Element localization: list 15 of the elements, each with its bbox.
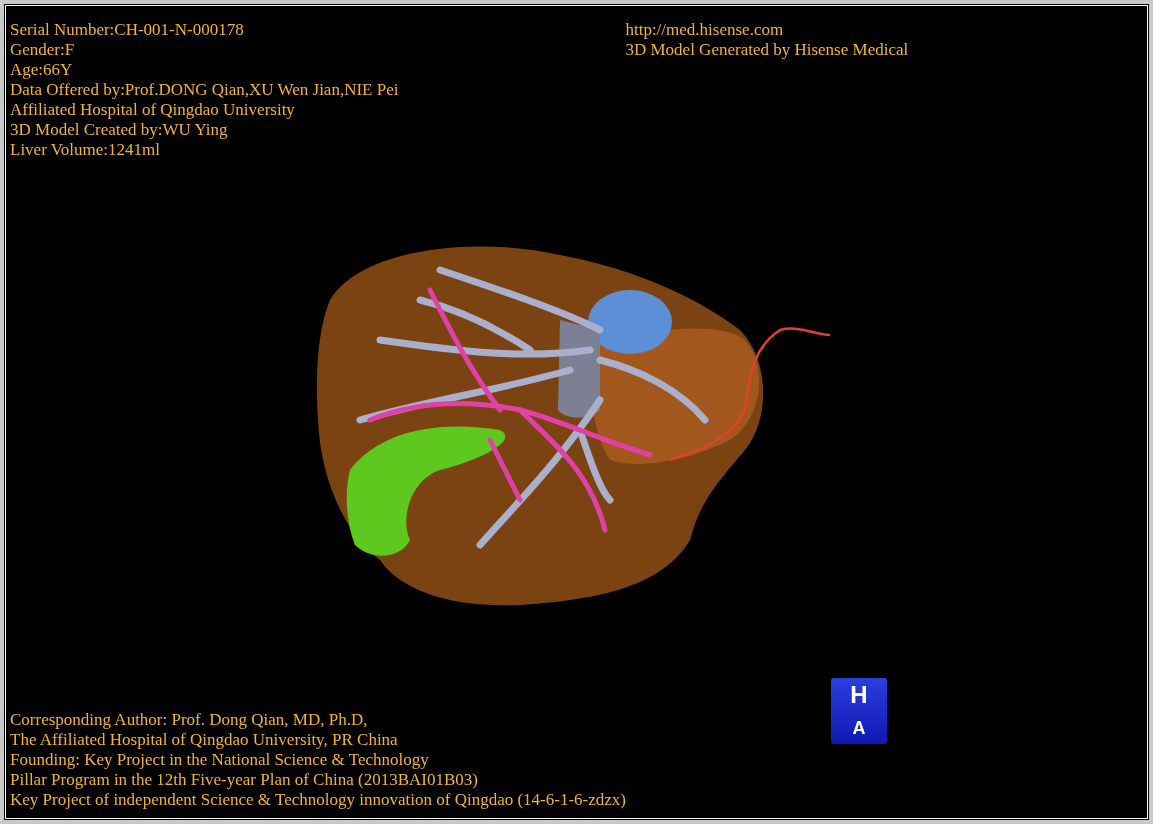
info-text: 3D Model Generated by Hisense Medical — [625, 40, 909, 60]
info-text: 3D Model Created by:WU Ying — [10, 120, 229, 140]
credit-text: Founding: Key Project in the National Science & Technology — [10, 750, 430, 770]
info-text: Affiliated Hospital of Qingdao University — [10, 100, 296, 120]
info-text: http://med.hisense.com — [625, 20, 785, 40]
credit-text: Corresponding Author: Prof. Dong Qian, MD, Ph.D, — [10, 710, 369, 730]
credit-text: Pillar Program in the 12th Five-year Plan of China (2013BAI01B03) — [10, 770, 479, 790]
credit-text: Key Project of independent Science & Technology innovation of Qingdao (14-6-1-6-zdzx) — [10, 790, 626, 810]
info-text: Liver Volume:1241ml — [10, 140, 161, 160]
info-text: Gender:F — [10, 40, 76, 60]
info-text: Age:66Y — [10, 60, 74, 80]
credit-text: The Affiliated Hospital of Qingdao University, PR China — [10, 730, 399, 750]
info-text: Data Offered by:Prof.DONG Qian,XU Wen Jian,NIE Pei — [10, 80, 399, 100]
orientation-cube[interactable]: H A — [831, 678, 887, 744]
info-text: Serial Number:CH-001-N-000178 — [10, 20, 245, 40]
